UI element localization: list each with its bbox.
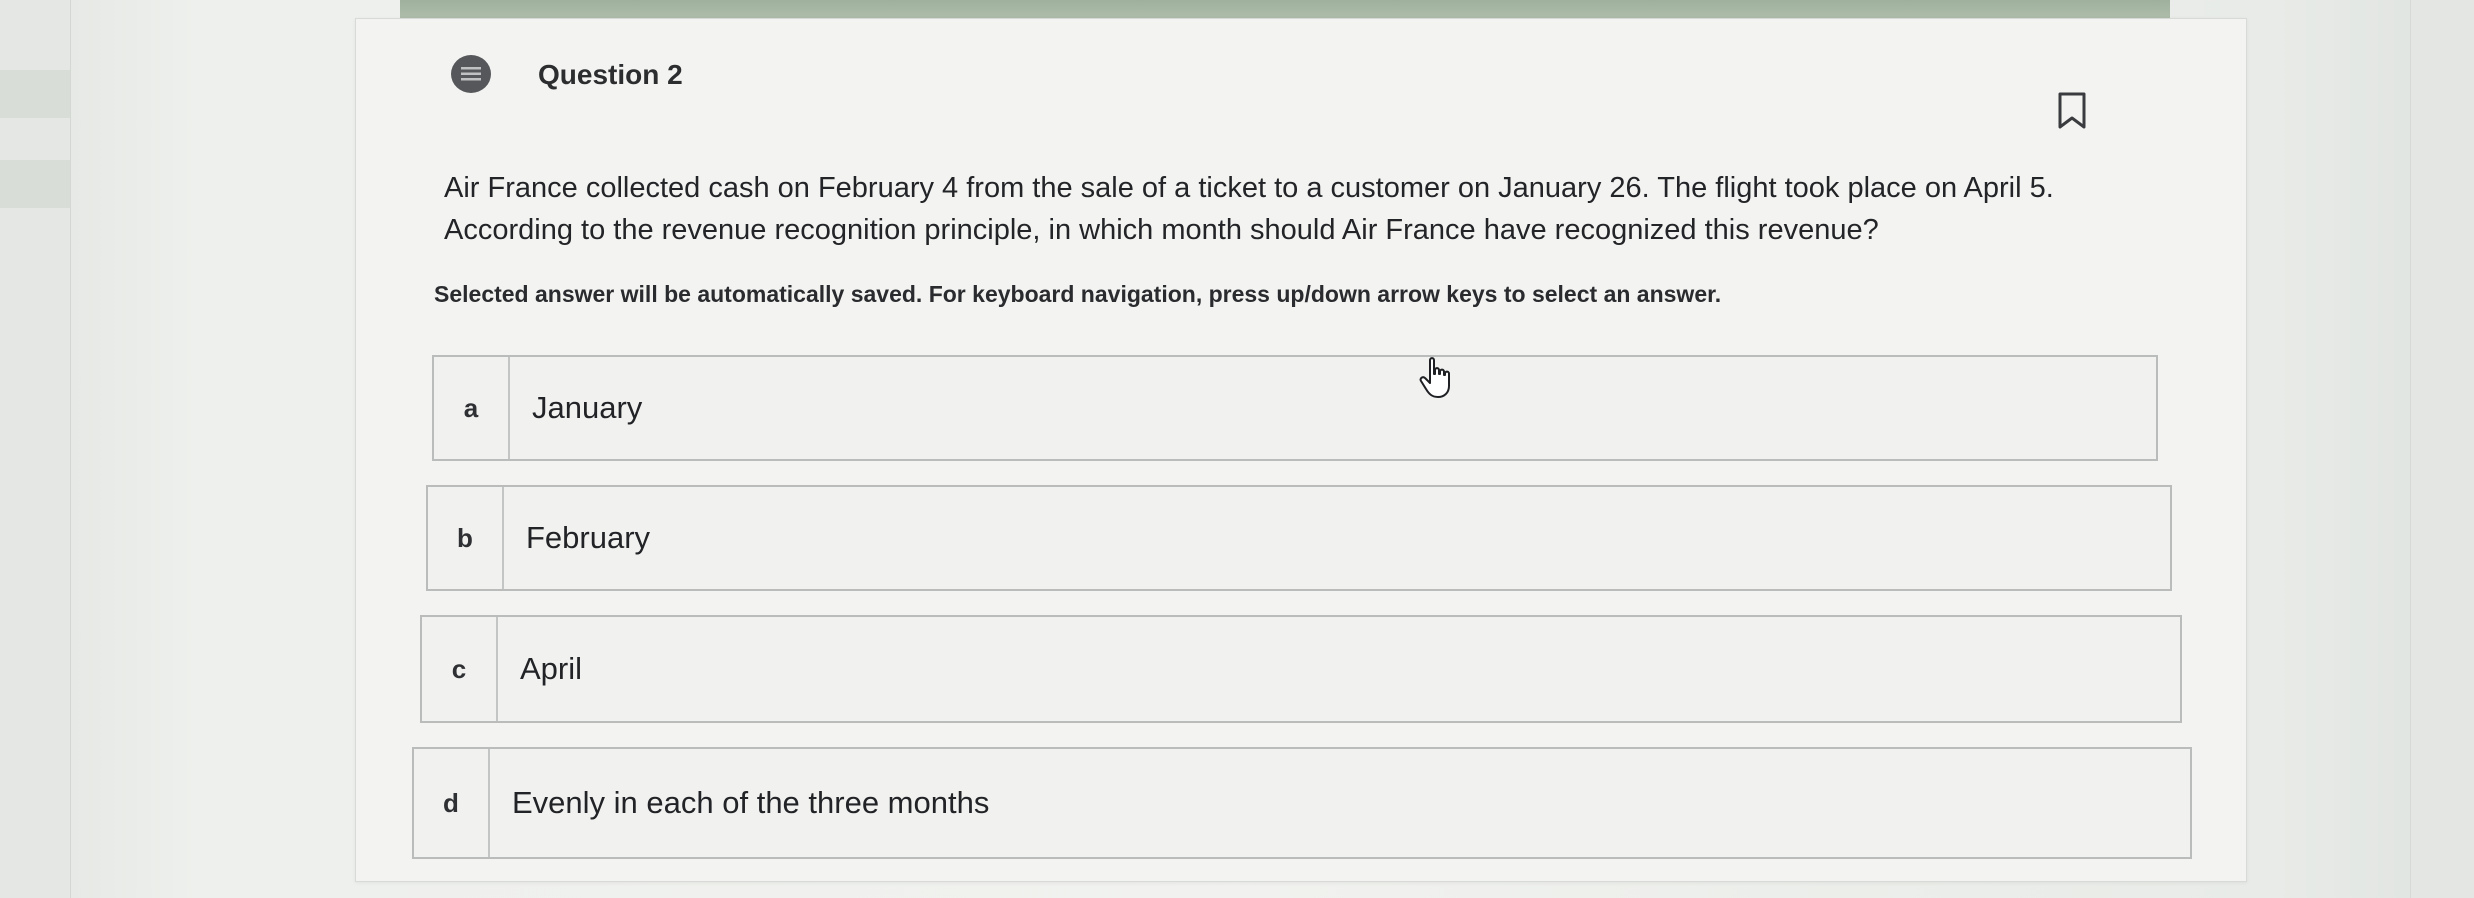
choice-label: February [526,520,651,555]
choice-label: January [532,390,643,425]
question-card: Question 2 Air France collected cash on … [355,18,2247,882]
list-icon [451,55,491,93]
choice-letter: b [428,487,504,589]
question-text: Air France collected cash on February 4 … [444,167,2164,251]
hand-pointer-icon [1418,356,1458,400]
left-panel-band [0,70,70,118]
right-gutter [2410,0,2474,898]
choice-letter: c [422,617,498,721]
choice-a[interactable]: a January [432,355,2158,461]
choice-letter: a [434,357,510,459]
page: Question 2 Air France collected cash on … [0,0,2474,898]
choice-d[interactable]: d Evenly in each of the three months [412,747,2192,859]
choice-letter: d [414,749,490,857]
instructions: Selected answer will be automatically sa… [434,281,1722,307]
choice-b[interactable]: b February [426,485,2172,591]
question-text-line-2: According to the revenue recognition pri… [444,214,1879,246]
choice-label: Evenly in each of the three months [512,785,990,820]
question-text-line-1: Air France collected cash on February 4 … [444,172,2054,204]
choice-c[interactable]: c April [420,615,2182,723]
left-panel-band [0,160,70,208]
left-panel [0,0,71,898]
choice-label: April [520,651,583,686]
bookmark-icon[interactable] [2056,91,2088,131]
question-title: Question 2 [538,59,683,90]
